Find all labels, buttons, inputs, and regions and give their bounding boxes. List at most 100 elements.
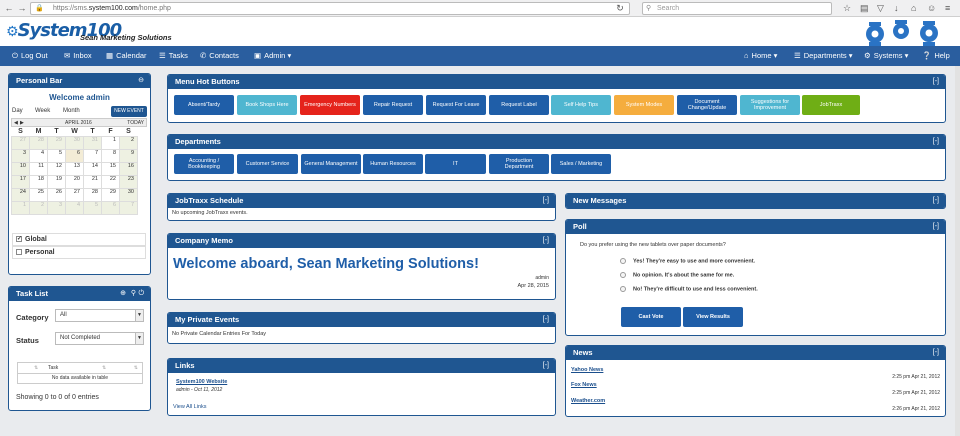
cast-vote-button[interactable]: Cast Vote xyxy=(621,307,681,327)
calendar-day[interactable]: 27 xyxy=(65,187,84,202)
checkbox-icon[interactable] xyxy=(16,249,22,256)
page-scrollbar[interactable] xyxy=(955,66,960,436)
radio-icon[interactable] xyxy=(620,272,626,278)
nav-logout[interactable]: ⏻ Log Out xyxy=(12,46,48,66)
collapse-toggle[interactable]: [-] xyxy=(543,194,549,208)
news-link[interactable]: Yahoo News xyxy=(571,367,603,373)
nav-tasks[interactable]: ☰ Tasks xyxy=(159,46,188,66)
category-select[interactable]: All ▼ xyxy=(55,309,144,322)
nav-inbox[interactable]: ✉ Inbox xyxy=(64,46,92,66)
power-icon[interactable]: ⏻ xyxy=(138,287,144,301)
prev-month-icon[interactable]: ◀ xyxy=(14,119,18,127)
today-button[interactable]: TODAY xyxy=(127,119,144,127)
calendar-day[interactable]: 9 xyxy=(119,148,138,163)
sort-icon[interactable]: ⇅ xyxy=(102,363,106,373)
calendar-day[interactable]: 17 xyxy=(11,174,30,189)
hot-button[interactable]: System Modes xyxy=(614,95,674,115)
tab-week[interactable]: Week xyxy=(35,108,60,114)
filter-personal[interactable]: Personal xyxy=(12,246,146,259)
calendar-day[interactable]: 22 xyxy=(101,174,120,189)
calendar-day[interactable]: 29 xyxy=(47,135,66,150)
department-button[interactable]: IT xyxy=(425,154,486,174)
tab-day[interactable]: Day xyxy=(12,108,32,114)
hot-button[interactable]: Request For Leave xyxy=(426,95,486,115)
calendar-day[interactable]: 4 xyxy=(29,148,48,163)
collapse-icon[interactable]: ⊖ xyxy=(138,74,144,88)
calendar-day[interactable]: 8 xyxy=(101,148,120,163)
column-task[interactable]: Task xyxy=(48,363,58,373)
nav-home[interactable]: ⌂ Home ▾ xyxy=(744,46,777,66)
hot-button[interactable]: Self Help Tips xyxy=(551,95,611,115)
poll-option[interactable]: No! They're difficult to use and less co… xyxy=(620,286,758,292)
link-system100-website[interactable]: System100 Website xyxy=(176,379,227,385)
nav-help[interactable]: ❔ Help xyxy=(922,46,950,66)
checkbox-checked-icon[interactable]: ✓ xyxy=(16,236,22,243)
hot-button[interactable]: Emergency Numbers xyxy=(300,95,360,115)
calendar-day[interactable]: 14 xyxy=(83,161,102,176)
radio-icon[interactable] xyxy=(620,258,626,264)
department-button[interactable]: General Management xyxy=(301,154,361,174)
hot-button[interactable]: Suggestions for Improvement xyxy=(740,95,800,115)
department-button[interactable]: Sales / Marketing xyxy=(551,154,611,174)
hot-button[interactable]: Book Shops Here xyxy=(237,95,297,115)
calendar-day[interactable]: 28 xyxy=(29,135,48,150)
hot-button[interactable]: Absent/Tardy xyxy=(174,95,234,115)
calendar-day[interactable]: 15 xyxy=(101,161,120,176)
calendar-day[interactable]: 19 xyxy=(47,174,66,189)
department-button[interactable]: Production Department xyxy=(489,154,549,174)
collapse-toggle[interactable]: [-] xyxy=(933,346,939,360)
menu-icon[interactable]: ≡ xyxy=(945,2,950,14)
calendar-day[interactable]: 12 xyxy=(47,161,66,176)
profile-icon[interactable]: ☺ xyxy=(927,2,936,14)
forward-icon[interactable]: → xyxy=(16,2,28,14)
collapse-toggle[interactable]: [-] xyxy=(543,234,549,248)
hot-button[interactable]: Request Label xyxy=(489,95,549,115)
nav-contacts[interactable]: ✆ Contacts xyxy=(200,46,239,66)
calendar-day[interactable]: 30 xyxy=(65,135,84,150)
calendar-day[interactable]: 1 xyxy=(11,200,30,215)
nav-calendar[interactable]: ▦ Calendar xyxy=(106,46,147,66)
department-button[interactable]: Customer Service xyxy=(237,154,298,174)
department-button[interactable]: Accounting / Bookkeeping xyxy=(174,154,234,174)
calendar-day[interactable]: 7 xyxy=(119,200,138,215)
news-link[interactable]: Weather.com xyxy=(571,398,605,404)
collapse-toggle[interactable]: [-] xyxy=(933,194,939,208)
nav-admin[interactable]: ▣ Admin ▾ xyxy=(254,46,291,66)
home-icon[interactable]: ⌂ xyxy=(911,2,916,14)
collapse-toggle[interactable]: [-] xyxy=(933,220,939,234)
view-results-button[interactable]: View Results xyxy=(683,307,743,327)
collapse-toggle[interactable]: [-] xyxy=(543,359,549,373)
calendar-day[interactable]: 23 xyxy=(119,174,138,189)
calendar-day[interactable]: 24 xyxy=(11,187,30,202)
sort-icon[interactable]: ⇅ xyxy=(34,363,38,373)
poll-option[interactable]: No opinion. It's about the same for me. xyxy=(620,272,734,278)
tab-month[interactable]: Month xyxy=(63,108,93,114)
calendar-day[interactable]: 13 xyxy=(65,161,84,176)
reload-icon[interactable]: ↻ xyxy=(614,2,626,14)
view-all-links[interactable]: View All Links xyxy=(173,404,207,410)
calendar-day[interactable]: 2 xyxy=(29,200,48,215)
calendar-day[interactable]: 16 xyxy=(119,161,138,176)
browser-search-input[interactable]: ⚲ Search xyxy=(642,2,832,15)
calendar-day[interactable]: 21 xyxy=(83,174,102,189)
calendar-day[interactable]: 5 xyxy=(47,148,66,163)
collapse-toggle[interactable]: [-] xyxy=(933,75,939,89)
nav-departments[interactable]: ☰ Departments ▾ xyxy=(794,46,853,66)
collapse-toggle[interactable]: [-] xyxy=(933,135,939,149)
clipboard-icon[interactable]: ▤ xyxy=(860,2,869,14)
pocket-icon[interactable]: ▽ xyxy=(877,2,884,14)
calendar-day[interactable]: 1 xyxy=(101,135,120,150)
calendar-day[interactable]: 26 xyxy=(47,187,66,202)
calendar-day[interactable]: 4 xyxy=(65,200,84,215)
radio-icon[interactable] xyxy=(620,286,626,292)
calendar-day[interactable]: 5 xyxy=(83,200,102,215)
hot-button[interactable]: JobTraxx xyxy=(802,95,860,115)
calendar-day[interactable]: 3 xyxy=(11,148,30,163)
calendar-day[interactable]: 18 xyxy=(29,174,48,189)
calendar-day[interactable]: 29 xyxy=(101,187,120,202)
search-icon[interactable]: ⚲ xyxy=(131,287,136,301)
calendar-day[interactable]: 6 xyxy=(101,200,120,215)
hot-button[interactable]: Repair Request xyxy=(363,95,423,115)
sort-icon[interactable]: ⇅ xyxy=(134,363,138,373)
status-select[interactable]: Not Completed ▼ xyxy=(55,332,144,345)
